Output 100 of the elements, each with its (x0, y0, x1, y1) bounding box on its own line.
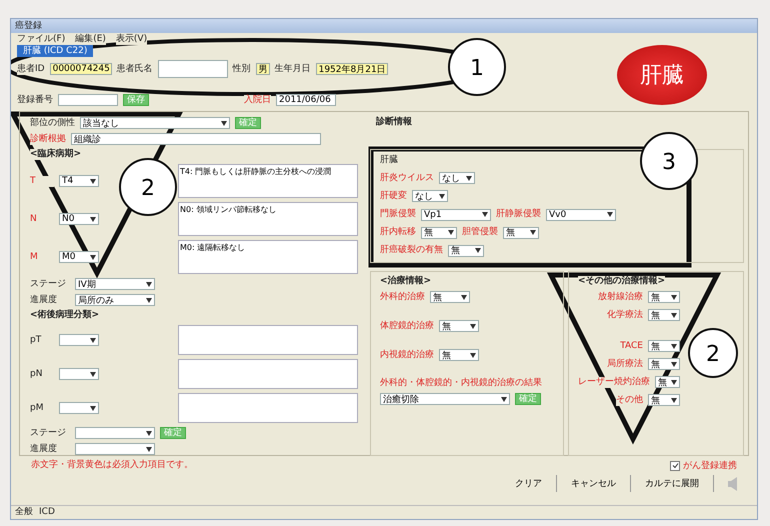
caret-icon (461, 294, 467, 300)
menu-item[interactable]: 編集(E) (75, 34, 106, 44)
number-field[interactable] (58, 94, 118, 106)
dropdown[interactable]: なし (412, 190, 448, 202)
caret-icon (90, 338, 96, 342)
note-field[interactable]: N0: 領域リンパ節転移なし (178, 202, 358, 236)
dropdown[interactable]: 局所のみ (75, 294, 155, 306)
dropdown[interactable]: N0 (59, 213, 99, 225)
field-label: 患者ID (17, 64, 45, 74)
section-heading: 診断情報 (376, 117, 412, 128)
footer-button[interactable]: クリア (501, 475, 557, 492)
date-field[interactable]: 2011/06/06 (276, 94, 336, 106)
field-label: 外科的治療 (380, 292, 425, 302)
caret-icon (671, 312, 677, 318)
dropdown[interactable] (59, 402, 99, 414)
dropdown[interactable]: 無 (648, 340, 680, 352)
caret-icon (671, 344, 677, 348)
note-field[interactable]: M0: 遠隔転移なし (178, 240, 358, 274)
dropdown[interactable] (59, 334, 99, 346)
callout-number: 2 (119, 158, 177, 216)
dropdown[interactable]: 無 (503, 226, 539, 239)
callout-number: 2 (688, 328, 738, 378)
note-field[interactable] (178, 325, 358, 355)
panel-title: 肝臓 (380, 155, 398, 166)
field-label: T (30, 176, 54, 186)
patient-id-field[interactable]: 0000074245 (50, 63, 112, 75)
caret-icon (146, 282, 152, 286)
dropdown[interactable]: Vp1 (421, 208, 491, 221)
dropdown[interactable]: 治癒切除 (380, 393, 510, 405)
field-label: TACE (620, 340, 643, 352)
caret-icon (482, 212, 488, 218)
field-label: 肝癌破裂の有無 (380, 245, 443, 256)
caret-icon (671, 398, 677, 402)
tab[interactable]: 肝臓 (ICD C22) (17, 45, 94, 57)
caret-icon (146, 446, 152, 452)
caret-icon (448, 230, 454, 236)
dropdown[interactable]: T4 (59, 175, 99, 187)
footer-button[interactable]: カルテに展開 (631, 475, 714, 492)
section-heading: <その他の治療情報> (578, 276, 666, 287)
field-label: 体腔鏡的治療 (380, 320, 434, 332)
dropdown[interactable]: 無 (439, 349, 479, 361)
field-label: 放射線治療 (598, 292, 643, 302)
window-title: 癌登録 (15, 20, 42, 32)
section-heading: <治療情報> (380, 276, 432, 287)
field-label: 内視鏡的治療 (380, 350, 434, 360)
field-label: 患者氏名 (116, 64, 153, 74)
dropdown[interactable]: 無 (655, 376, 680, 388)
footer-button[interactable]: キャンセル (557, 475, 631, 492)
field-label: 肝内転移 (380, 227, 416, 238)
birth-field[interactable]: 1952年8月21日 (316, 63, 388, 75)
field-label: その他 (616, 394, 643, 406)
field-label: 部位の側性 (30, 118, 75, 128)
dropdown[interactable]: Vv0 (546, 208, 616, 221)
menu-item[interactable]: 表示(V) (116, 34, 148, 44)
dropdown[interactable]: 無 (421, 226, 457, 239)
dropdown[interactable]: M0 (59, 251, 99, 263)
field-label: 性別 (232, 64, 251, 74)
dropdown[interactable]: 無 (648, 358, 680, 370)
sex-field[interactable]: 男 (256, 63, 270, 75)
organ-badge: 肝臓 (617, 45, 707, 105)
field-label: レーザー焼灼治療 (578, 376, 650, 388)
dropdown[interactable]: 無 (648, 309, 680, 321)
dropdown[interactable]: 無 (648, 291, 680, 303)
callout-number: 1 (448, 38, 506, 96)
note-field[interactable]: T4: 門脈もしくは肝静脈の主分枝への浸潤 (178, 164, 358, 198)
section-heading: <臨床病期> (30, 149, 82, 160)
caret-icon (90, 178, 96, 184)
field-label: 肝炎ウイルス (380, 172, 434, 184)
check-icon (672, 462, 678, 469)
caret-icon (146, 298, 152, 302)
dropdown[interactable]: IV期 (75, 278, 155, 290)
caret-icon (221, 120, 227, 126)
caret-icon (475, 248, 481, 254)
caret-icon (470, 352, 476, 358)
dropdown[interactable]: 該当なし (80, 117, 230, 129)
dropdown[interactable]: 無 (448, 244, 484, 257)
field-label: 化学療法 (607, 310, 643, 320)
dropdown[interactable]: 無 (648, 394, 680, 406)
field-label: 生年月日 (274, 64, 311, 74)
note-field[interactable] (178, 359, 358, 389)
caret-icon (90, 372, 96, 376)
callout-number: 3 (640, 132, 698, 190)
caret-icon (90, 216, 96, 222)
caret-icon (90, 254, 96, 260)
dropdown[interactable]: なし (439, 172, 475, 184)
field-label: 胆管侵襲 (462, 227, 498, 238)
origin-field[interactable]: 組織診 (71, 133, 321, 145)
link-checkbox[interactable]: がん登録連携 (670, 459, 737, 472)
dropdown[interactable] (59, 368, 99, 380)
dropdown[interactable]: 無 (439, 320, 479, 332)
caret-icon (530, 230, 536, 236)
name-field[interactable] (158, 60, 228, 78)
note-field[interactable] (178, 393, 358, 423)
caret-icon (439, 194, 445, 199)
field-label: 局所療法 (607, 358, 643, 370)
field-label: 入院日 (244, 94, 271, 106)
menu-item[interactable]: ファイル(F) (17, 34, 66, 44)
dropdown[interactable]: 無 (430, 291, 470, 303)
field-label: 外科的・体腔鏡的・内視鏡的治療の結果 (380, 378, 542, 389)
caret-icon (671, 380, 677, 384)
